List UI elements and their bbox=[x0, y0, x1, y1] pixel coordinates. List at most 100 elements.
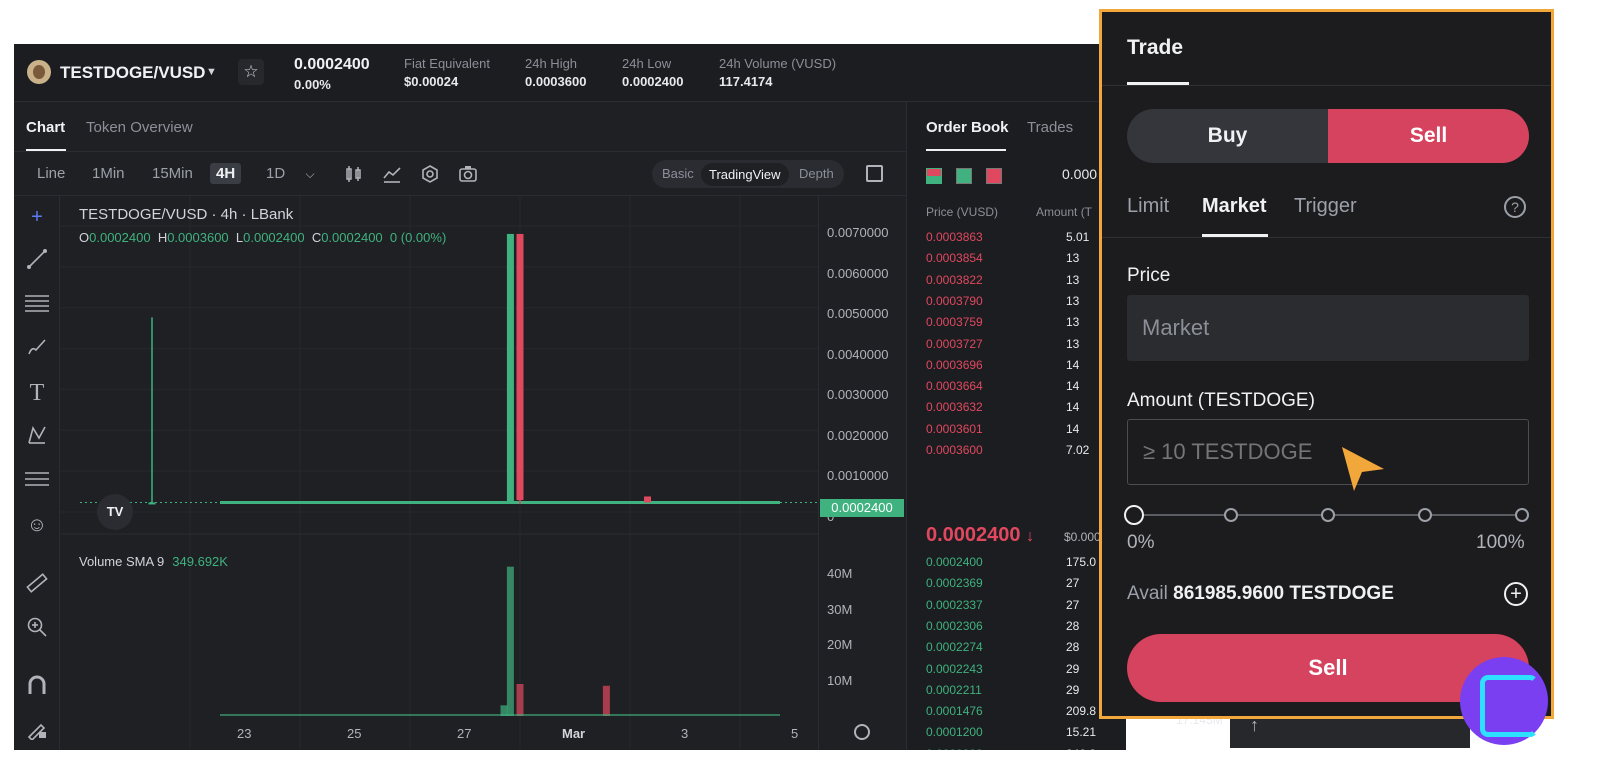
text-tool-icon[interactable]: T bbox=[24, 380, 50, 406]
ohlc-high: 0.0003600 bbox=[167, 230, 229, 245]
ask-row[interactable]: 0.0003863 5.01 bbox=[926, 230, 1126, 251]
timeframe-1min[interactable]: 1Min bbox=[92, 165, 125, 182]
bid-row[interactable]: 0.0002369 27 bbox=[926, 576, 1126, 597]
candle-body bbox=[516, 233, 524, 501]
timeframe-15min[interactable]: 15Min bbox=[152, 165, 193, 182]
bid-row[interactable]: 0.0001476 209.8 bbox=[926, 704, 1126, 725]
price-change: 0.00% bbox=[294, 77, 331, 92]
tab-order-book[interactable]: Order Book bbox=[926, 119, 1009, 136]
camera-icon[interactable] bbox=[458, 164, 478, 184]
timeframe-1d[interactable]: 1D bbox=[266, 165, 285, 182]
view-tradingview[interactable]: TradingView bbox=[701, 163, 789, 186]
caret-down-icon[interactable]: ▼ bbox=[206, 66, 217, 78]
tradingview-logo[interactable]: TV bbox=[97, 494, 133, 530]
timeframe-4h[interactable]: 4H bbox=[210, 163, 242, 184]
help-icon[interactable]: ? bbox=[1504, 196, 1526, 218]
ask-row[interactable]: 0.0003822 13 bbox=[926, 273, 1126, 294]
ask-price: 0.0003600 bbox=[926, 443, 983, 457]
volume-indicator-value: 349.692K bbox=[172, 554, 228, 569]
book-asks-icon[interactable] bbox=[986, 168, 1002, 184]
bid-row[interactable]: 0.0002306 28 bbox=[926, 619, 1126, 640]
mid-fiat: $0.000 bbox=[1064, 530, 1101, 544]
book-bids-icon[interactable] bbox=[956, 168, 972, 184]
bid-price: 0.0000908 bbox=[926, 747, 983, 750]
bid-row[interactable]: 0.0002400 175.0 bbox=[926, 555, 1126, 576]
ask-price: 0.0003601 bbox=[926, 421, 983, 436]
bid-price: 0.0002369 bbox=[926, 576, 983, 591]
ask-row[interactable]: 0.0003854 13 bbox=[926, 251, 1126, 272]
view-depth[interactable]: Depth bbox=[799, 166, 834, 181]
bid-row[interactable]: 0.0002274 28 bbox=[926, 640, 1126, 661]
low-value: 0.0002400 bbox=[622, 74, 684, 89]
slider-step-25[interactable] bbox=[1224, 508, 1238, 522]
sell-tab[interactable]: Sell bbox=[1328, 109, 1529, 163]
tab-chart[interactable]: Chart bbox=[26, 119, 65, 136]
candle-type-icon[interactable] bbox=[344, 164, 364, 184]
ask-row[interactable]: 0.0003632 14 bbox=[926, 400, 1126, 421]
tab-token-overview[interactable]: Token Overview bbox=[86, 119, 193, 136]
bid-amount: 29 bbox=[1066, 661, 1080, 676]
x-tick: Mar bbox=[562, 726, 586, 741]
emoji-icon[interactable]: ☺ bbox=[24, 512, 50, 538]
indicators-icon[interactable] bbox=[382, 164, 402, 184]
deposit-plus-icon[interactable]: + bbox=[1504, 582, 1528, 606]
slider-step-100[interactable] bbox=[1515, 508, 1529, 522]
view-basic[interactable]: Basic bbox=[662, 166, 694, 181]
lock-drawings-icon[interactable] bbox=[24, 718, 50, 744]
zoom-in-icon[interactable] bbox=[24, 616, 50, 642]
ask-row[interactable]: 0.0003601 14 bbox=[926, 422, 1126, 443]
fiat-label: Fiat Equivalent bbox=[404, 56, 490, 71]
chevron-down-icon[interactable]: ⌵ bbox=[300, 164, 320, 184]
order-type-limit[interactable]: Limit bbox=[1127, 195, 1169, 218]
measure-lines-icon[interactable] bbox=[24, 468, 50, 494]
pair-selector[interactable]: TESTDOGE/VUSD bbox=[60, 63, 205, 83]
slider-handle[interactable] bbox=[1124, 505, 1144, 525]
volume-bar bbox=[602, 685, 610, 716]
bid-row[interactable]: 0.0000908 340.3 bbox=[926, 747, 1126, 750]
high-value: 0.0003600 bbox=[525, 74, 587, 89]
token-logo bbox=[27, 60, 51, 84]
bid-amount: 27 bbox=[1066, 576, 1080, 591]
bid-amount: 175.0 bbox=[1066, 555, 1097, 569]
ask-amount: 13 bbox=[1066, 272, 1080, 287]
pattern-icon[interactable] bbox=[24, 424, 50, 450]
ask-row[interactable]: 0.0003790 13 bbox=[926, 294, 1126, 315]
fullscreen-icon[interactable] bbox=[866, 165, 883, 182]
slider-step-50[interactable] bbox=[1321, 508, 1335, 522]
current-price-tag: 0.0002400 bbox=[820, 499, 904, 517]
favorite-star-icon[interactable]: ☆ bbox=[238, 59, 264, 85]
brush-icon[interactable] bbox=[24, 336, 50, 362]
amount-input[interactable] bbox=[1127, 419, 1529, 485]
slider-step-75[interactable] bbox=[1418, 508, 1432, 522]
bid-row[interactable]: 0.0002337 27 bbox=[926, 598, 1126, 619]
fib-retracement-icon[interactable] bbox=[24, 292, 50, 318]
tab-trades[interactable]: Trades bbox=[1027, 119, 1073, 136]
ask-row[interactable]: 0.0003696 14 bbox=[926, 358, 1126, 379]
line-button[interactable]: Line bbox=[37, 165, 65, 182]
crosshair-icon[interactable]: + bbox=[24, 204, 50, 230]
buy-tab[interactable]: Buy bbox=[1127, 109, 1328, 163]
chart-settings-icon[interactable] bbox=[854, 724, 870, 740]
high-stat: 24h High 0.0003600 bbox=[525, 56, 586, 89]
price-chart[interactable]: TESTDOGE/VUSD · 4h · LBank O0.0002400 H0… bbox=[60, 196, 818, 750]
trendline-icon[interactable] bbox=[24, 248, 50, 274]
magnet-icon[interactable] bbox=[24, 674, 50, 700]
decimals-select[interactable]: 0.000 bbox=[1062, 166, 1097, 182]
order-type-trigger[interactable]: Trigger bbox=[1294, 195, 1357, 218]
book-both-icon[interactable] bbox=[926, 168, 942, 184]
bid-row[interactable]: 0.0002243 29 bbox=[926, 662, 1126, 683]
ask-row[interactable]: 0.0003727 13 bbox=[926, 337, 1126, 358]
ask-row[interactable]: 0.0003600 7.02 bbox=[926, 443, 1126, 464]
chart-toolbar: Line 1Min 15Min 4H 1D ⌵ Basic TradingVie… bbox=[14, 152, 906, 196]
bid-row[interactable]: 0.0001200 15.21 bbox=[926, 725, 1126, 746]
ruler-icon[interactable] bbox=[24, 572, 50, 598]
y-tick: 0.0060000 bbox=[827, 266, 889, 281]
ask-row[interactable]: 0.0003759 13 bbox=[926, 315, 1126, 336]
ask-row[interactable]: 0.0003664 14 bbox=[926, 379, 1126, 400]
order-type-market[interactable]: Market bbox=[1202, 195, 1266, 218]
high-label: 24h High bbox=[525, 56, 578, 71]
pct-min-label: 0% bbox=[1127, 532, 1155, 553]
settings-hex-icon[interactable] bbox=[420, 164, 440, 184]
y-tick: 0.0040000 bbox=[827, 347, 889, 362]
bid-row[interactable]: 0.0002211 29 bbox=[926, 683, 1126, 704]
